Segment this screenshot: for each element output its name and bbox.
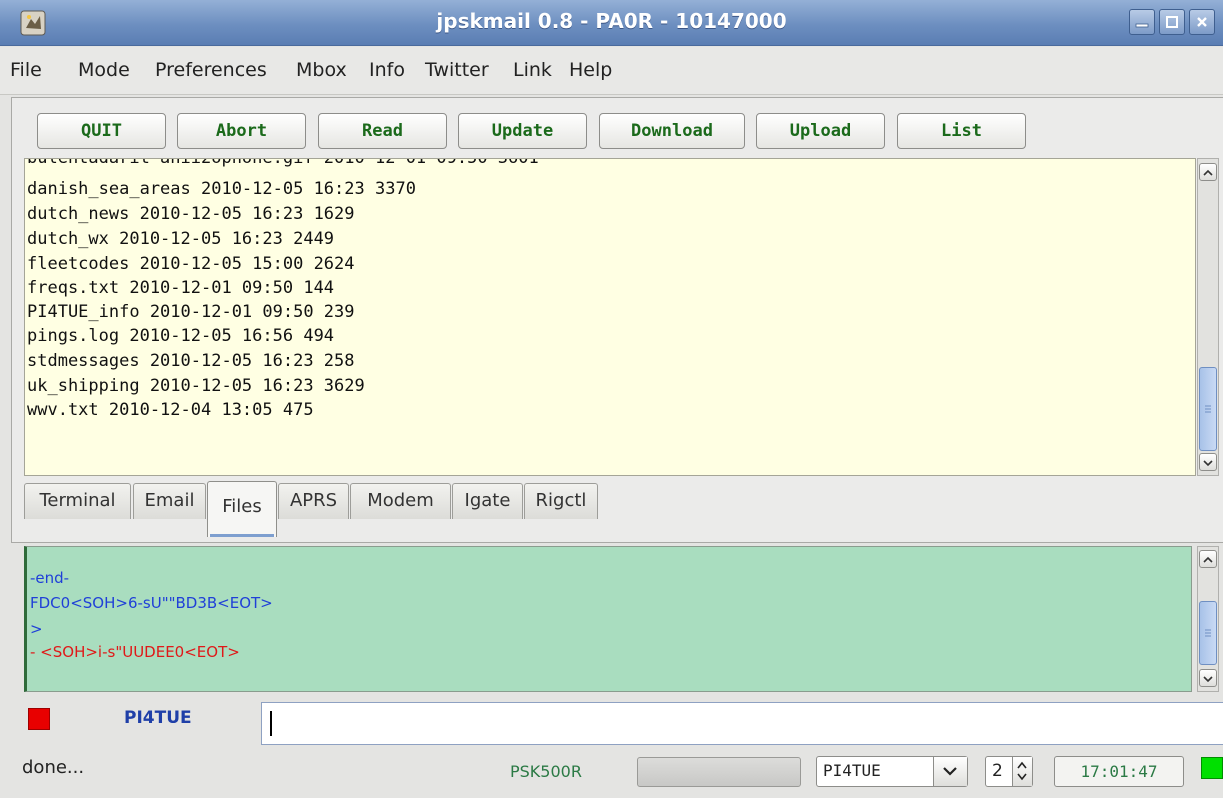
minimize-button[interactable] xyxy=(1129,9,1155,35)
download-button[interactable]: Download xyxy=(599,113,745,149)
file-list-item[interactable]: bulentadarit-anii2ophone.gif 2010-12-01 … xyxy=(27,159,539,168)
server-select-button[interactable] xyxy=(933,757,967,786)
connection-status-indicator xyxy=(28,708,50,730)
close-icon xyxy=(1197,17,1207,27)
terminal-scrollbar[interactable] xyxy=(1197,546,1219,692)
scroll-up-button[interactable] xyxy=(1199,163,1217,181)
menu-twitter[interactable]: Twitter xyxy=(425,59,489,81)
terminal-scroll-down-button[interactable] xyxy=(1199,669,1217,687)
minimize-icon xyxy=(1135,23,1149,28)
quit-button[interactable]: QUIT xyxy=(37,113,166,149)
menu-info[interactable]: Info xyxy=(369,59,405,81)
file-list-scrollbar[interactable] xyxy=(1197,158,1219,476)
grip-icon xyxy=(1205,629,1211,637)
tab-terminal[interactable]: Terminal xyxy=(24,483,131,519)
clock-display: 17:01:47 xyxy=(1054,756,1184,787)
chevron-up-icon xyxy=(1203,556,1213,563)
server-select[interactable]: PI4TUE xyxy=(816,756,968,787)
file-list-item[interactable]: dutch_news 2010-12-05 16:23 1629 xyxy=(27,204,355,224)
file-list[interactable]: bulentadarit-anii2ophone.gif 2010-12-01 … xyxy=(24,158,1196,476)
maximize-icon xyxy=(1166,16,1178,28)
channel-spinner-value: 2 xyxy=(992,761,1003,781)
terminal-line: FDC0<SOH>6-sU""BD3B<EOT> xyxy=(30,594,273,612)
tab-files-label: Files xyxy=(222,496,262,517)
tab-files[interactable]: Files xyxy=(207,481,277,537)
tab-igate[interactable]: Igate xyxy=(452,483,523,519)
file-list-item[interactable]: freqs.txt 2010-12-01 09:50 144 xyxy=(27,278,334,298)
menu-file[interactable]: File xyxy=(10,59,42,81)
channel-spinner[interactable]: 2 xyxy=(985,756,1033,787)
spinner-buttons[interactable] xyxy=(1012,757,1032,786)
terminal-line: - <SOH>i-s"UUDEE0<EOT> xyxy=(30,643,240,661)
update-button[interactable]: Update xyxy=(458,113,587,149)
close-button[interactable] xyxy=(1189,9,1215,35)
chevron-down-icon xyxy=(1203,460,1213,467)
command-input[interactable] xyxy=(261,702,1223,745)
tab-aprs[interactable]: APRS xyxy=(278,483,349,519)
scroll-thumb[interactable] xyxy=(1199,367,1217,451)
terminal-line: -end- xyxy=(30,569,70,587)
chevron-down-icon xyxy=(943,767,957,776)
mode-label: PSK500R xyxy=(510,762,582,781)
tab-modem[interactable]: Modem xyxy=(350,483,451,519)
menu-link[interactable]: Link xyxy=(513,59,552,81)
chevron-down-icon xyxy=(1203,676,1213,683)
text-caret xyxy=(270,711,272,736)
status-led xyxy=(1201,757,1223,779)
title-bar[interactable]: jpskmail 0.8 - PA0R - 10147000 xyxy=(0,0,1223,46)
read-button[interactable]: Read xyxy=(318,113,447,149)
up-down-arrows-icon xyxy=(1017,761,1027,781)
terminal-line: > xyxy=(30,620,43,638)
file-list-item[interactable]: dutch_wx 2010-12-05 16:23 2449 xyxy=(27,229,334,249)
menu-help[interactable]: Help xyxy=(569,59,612,81)
maximize-button[interactable] xyxy=(1159,9,1185,35)
file-list-item[interactable]: pings.log 2010-12-05 16:56 494 xyxy=(27,326,334,346)
file-list-item[interactable]: PI4TUE_info 2010-12-01 09:50 239 xyxy=(27,302,355,322)
callsign-label: PI4TUE xyxy=(124,708,192,728)
terminal-scroll-up-button[interactable] xyxy=(1199,550,1217,568)
grip-icon xyxy=(1205,405,1211,413)
window-title: jpskmail 0.8 - PA0R - 10147000 xyxy=(436,9,787,33)
file-list-item[interactable]: danish_sea_areas 2010-12-05 16:23 3370 xyxy=(27,179,416,199)
file-list-item[interactable]: uk_shipping 2010-12-05 16:23 3629 xyxy=(27,376,365,396)
file-list-item[interactable]: wwv.txt 2010-12-04 13:05 475 xyxy=(27,400,314,420)
chevron-up-icon xyxy=(1203,169,1213,176)
menu-mbox[interactable]: Mbox xyxy=(296,59,347,81)
scroll-down-button[interactable] xyxy=(1199,453,1217,471)
menu-mode[interactable]: Mode xyxy=(78,59,130,81)
progress-bar xyxy=(637,757,801,787)
menu-preferences[interactable]: Preferences xyxy=(155,59,267,81)
menu-bar: File Mode Preferences Mbox Info Twitter … xyxy=(0,47,1223,95)
server-select-value: PI4TUE xyxy=(823,761,881,780)
tab-email[interactable]: Email xyxy=(133,483,206,519)
status-message: done... xyxy=(22,757,85,778)
abort-button[interactable]: Abort xyxy=(177,113,306,149)
tab-rigctl[interactable]: Rigctl xyxy=(524,483,598,519)
upload-button[interactable]: Upload xyxy=(756,113,885,149)
terminal-output[interactable]: -end- FDC0<SOH>6-sU""BD3B<EOT> > - <SOH>… xyxy=(24,546,1192,692)
list-button[interactable]: List xyxy=(897,113,1026,149)
file-list-item[interactable]: stdmessages 2010-12-05 16:23 258 xyxy=(27,351,355,371)
file-list-item[interactable]: fleetcodes 2010-12-05 15:00 2624 xyxy=(27,254,355,274)
terminal-scroll-thumb[interactable] xyxy=(1199,601,1217,665)
